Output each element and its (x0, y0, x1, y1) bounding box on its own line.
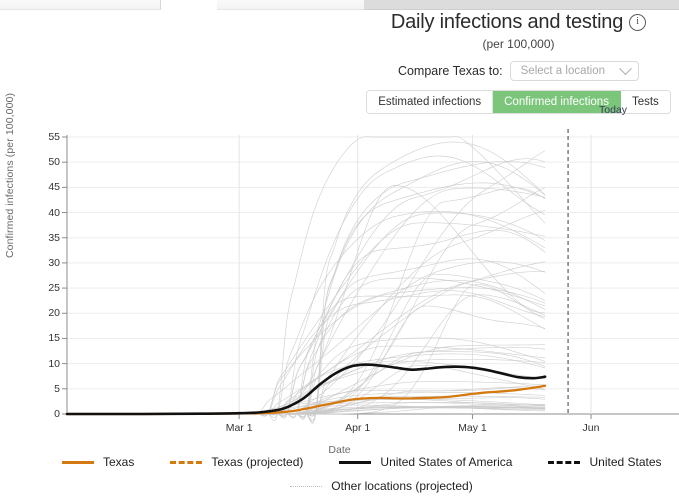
legend-item-usa[interactable]: United States of America (339, 455, 512, 469)
chart-legend: Texas Texas (projected) United States of… (0, 455, 679, 493)
browser-tab-1[interactable] (0, 0, 161, 10)
infections-chart-panel: Daily infections and testing i (per 100,… (0, 0, 679, 500)
legend-swatch-dashed-black (548, 460, 581, 464)
x-tick-label: Jun (582, 422, 600, 434)
page-subtitle: (per 100,000) (482, 37, 555, 51)
legend-item-other-locations[interactable]: Other locations (projected) (290, 479, 473, 493)
legend-swatch-dashed-orange (170, 460, 203, 464)
tab-estimated-infections[interactable]: Estimated infections (367, 91, 494, 113)
plot-svg (62, 129, 679, 424)
legend-row-2: Other locations (projected) (0, 479, 679, 493)
legend-item-texas-projected[interactable]: Texas (projected) (170, 455, 303, 469)
chevron-down-icon (619, 61, 632, 75)
today-annotation-label: Today (598, 104, 628, 116)
legend-swatch-solid-black (339, 460, 372, 464)
legend-swatch-dotted-gray (290, 485, 323, 487)
title-row: Daily infections and testing i (358, 10, 679, 34)
legend-label-other-locations: Other locations (projected) (331, 479, 473, 493)
info-circle-icon[interactable]: i (629, 13, 647, 31)
legend-row-1: Texas Texas (projected) United States of… (0, 455, 679, 469)
x-tick-label: Mar 1 (225, 422, 253, 434)
browser-tab-2[interactable] (217, 0, 365, 10)
legend-label-usa-projected: United States (589, 455, 662, 469)
data-lines (65, 129, 569, 424)
browser-tab-strip-empty (364, 0, 679, 10)
legend-label-usa: United States of America (380, 455, 513, 469)
legend-swatch-solid-orange (62, 460, 94, 464)
legend-label-texas-projected: Texas (projected) (211, 455, 304, 469)
chart-header: Daily infections and testing i (per 100,… (358, 10, 679, 114)
page-title: Daily infections and testing (390, 11, 624, 33)
legend-item-usa-projected[interactable]: United States (548, 455, 662, 469)
x-tick-label: Apr 1 (345, 422, 371, 434)
browser-tab-strip (0, 0, 679, 10)
chart-area: Confirmed infections (per 100,000) Today… (0, 93, 679, 456)
legend-item-texas[interactable]: Texas (62, 455, 134, 469)
compare-label: Compare Texas to: (397, 64, 503, 78)
x-tick-label: May 1 (458, 422, 487, 434)
legend-label-texas: Texas (103, 455, 135, 469)
compare-row: Compare Texas to: Select a location (358, 61, 679, 81)
location-select[interactable]: Select a location (509, 61, 640, 81)
tab-tests[interactable]: Tests (620, 91, 670, 113)
location-select-placeholder: Select a location (520, 65, 606, 77)
